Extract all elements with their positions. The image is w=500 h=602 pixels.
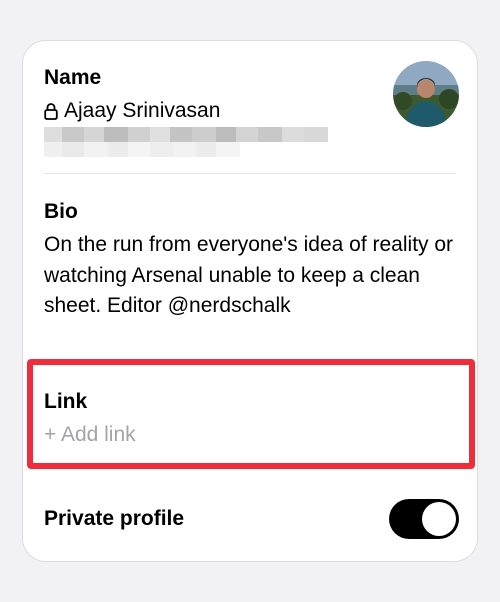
bio-label: Bio xyxy=(44,200,78,223)
name-value: Ajaay Srinivasan xyxy=(64,99,221,122)
avatar[interactable] xyxy=(393,61,459,127)
name-field: Ajaay Srinivasan xyxy=(44,100,220,121)
name-label: Name xyxy=(44,66,102,89)
blurred-username xyxy=(44,127,328,157)
profile-photo xyxy=(393,61,459,127)
toggle-knob xyxy=(422,502,456,536)
private-profile-label: Private profile xyxy=(44,507,185,530)
link-label: Link xyxy=(44,390,88,413)
edit-profile-card: Name Ajaay Srinivasan Bio On the run fro… xyxy=(22,40,478,562)
private-profile-toggle[interactable] xyxy=(389,499,459,539)
lock-icon xyxy=(44,102,58,120)
link-highlight-box xyxy=(27,359,475,469)
section-divider xyxy=(44,173,456,174)
add-link-input[interactable]: + Add link xyxy=(44,424,136,445)
bio-field[interactable]: On the run from everyone's idea of reali… xyxy=(44,230,464,322)
